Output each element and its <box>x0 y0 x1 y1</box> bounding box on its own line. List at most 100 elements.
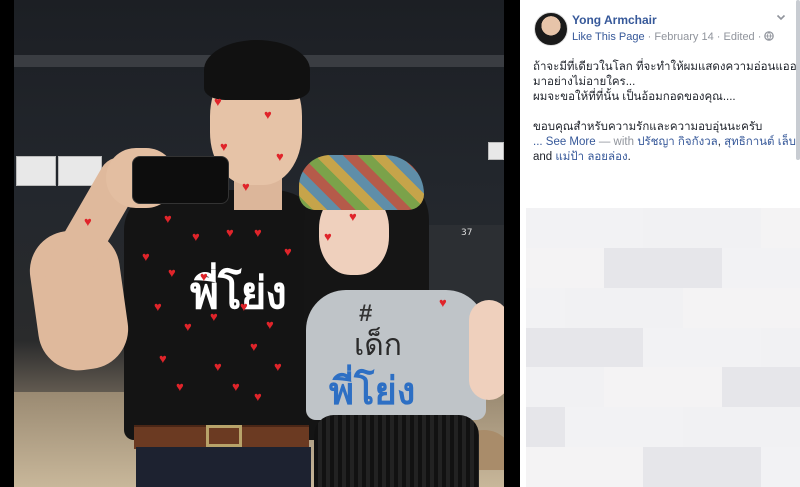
blurred-tile <box>604 447 644 487</box>
blurred-tile <box>682 327 722 368</box>
see-more-link[interactable]: ... See More <box>533 136 596 148</box>
heart-sticker: ♥ <box>439 295 447 310</box>
tagged-line: and แม่ป้า ลอยล่อง. <box>533 150 795 165</box>
blurred-tile <box>643 407 683 448</box>
blurred-tile <box>565 208 605 248</box>
heart-sticker: ♥ <box>324 229 332 244</box>
message-line: ผมจะขอให้ที่ที่นั้น เป็นอ้อมกอดของคุณ...… <box>533 91 736 103</box>
heart-sticker: ♥ <box>210 309 218 324</box>
blurred-tile <box>760 208 800 248</box>
heart-sticker: ♥ <box>84 214 92 229</box>
wall-sign <box>488 142 504 160</box>
tagged-person[interactable]: แม่ป้า ลอยล่อง <box>555 151 627 163</box>
heart-sticker: ♥ <box>220 139 228 154</box>
blurred-tile <box>760 327 800 368</box>
heart-sticker: ♥ <box>274 359 282 374</box>
heart-sticker: ♥ <box>192 229 200 244</box>
girl-arm <box>469 300 504 400</box>
blurred-tile <box>604 247 644 288</box>
blurred-tile <box>604 287 644 328</box>
blurred-tile <box>682 407 722 448</box>
avatar[interactable] <box>534 12 568 46</box>
heart-sticker: ♥ <box>264 107 272 122</box>
blurred-tile <box>643 208 683 248</box>
heart-sticker: ♥ <box>232 379 240 394</box>
blurred-tile <box>721 287 761 328</box>
message-line: มาอย่างไม่อายใคร... <box>533 76 636 88</box>
heart-sticker: ♥ <box>226 225 234 240</box>
post-message: ถ้าจะมีที่เดียวในโลก ที่จะทำให้ผมแสดงควา… <box>533 60 800 165</box>
meta-separator: · <box>716 31 721 43</box>
blurred-tile <box>526 367 566 408</box>
blurred-tile <box>643 247 683 288</box>
blurred-tile <box>721 327 761 368</box>
blurred-tile <box>526 247 566 288</box>
heart-sticker: ♥ <box>349 209 357 224</box>
heart-sticker: ♥ <box>142 249 150 264</box>
post-photo[interactable]: 36 37 พี่โย่ง # เด็ก พี่โย่ง ♥♥♥♥♥♥♥♥♥♥♥… <box>14 0 504 487</box>
man-hair <box>204 40 310 100</box>
blurred-tile <box>682 247 722 288</box>
heart-sticker: ♥ <box>240 299 248 314</box>
blurred-tile <box>565 327 605 368</box>
blurred-tile <box>643 367 683 408</box>
meta-separator: · <box>647 31 652 43</box>
belt-buckle <box>206 425 242 447</box>
heart-sticker: ♥ <box>184 319 192 334</box>
like-page-link[interactable]: Like This Page <box>572 31 645 43</box>
tagged-person[interactable]: ปรัชญา กิจกังวล <box>637 136 718 148</box>
heart-sticker: ♥ <box>164 211 172 226</box>
blurred-tile <box>565 447 605 487</box>
author-name[interactable]: Yong Armchair <box>572 13 657 27</box>
edited-label[interactable]: Edited <box>723 31 754 43</box>
blurred-tile <box>682 208 722 248</box>
blurred-tile <box>682 447 722 487</box>
blurred-tile <box>604 327 644 368</box>
heart-sticker: ♥ <box>276 149 284 164</box>
tagged-person[interactable]: สุทธิกานต์ เล็บเหล็ก <box>724 136 800 148</box>
head-scarf <box>299 155 424 210</box>
globe-icon <box>764 31 775 43</box>
blurred-tile <box>565 287 605 328</box>
scrollbar[interactable] <box>796 0 800 160</box>
girl-skirt <box>314 415 479 487</box>
blurred-tile <box>760 407 800 448</box>
message-line: ขอบคุณสำหรับความรักและความอบอุ่นนะครับ <box>533 121 763 133</box>
blurred-tile <box>643 287 683 328</box>
blurred-tile <box>721 247 761 288</box>
meta-separator: · <box>757 31 762 43</box>
girl-shirt-text-blue: พี่โย่ง <box>329 369 416 413</box>
post-date[interactable]: February 14 <box>654 31 713 43</box>
blurred-tile <box>526 208 566 248</box>
heart-sticker: ♥ <box>214 359 222 374</box>
heart-sticker: ♥ <box>176 379 184 394</box>
heart-sticker: ♥ <box>154 299 162 314</box>
blurred-tile <box>526 327 566 368</box>
and-text: and <box>533 151 553 163</box>
heart-sticker: ♥ <box>254 389 262 404</box>
blurred-tile <box>604 367 644 408</box>
with-prefix: — with <box>598 136 634 148</box>
blurred-tile <box>526 287 566 328</box>
photo-viewer: 36 37 พี่โย่ง # เด็ก พี่โย่ง ♥♥♥♥♥♥♥♥♥♥♥… <box>0 0 520 487</box>
heart-sticker: ♥ <box>250 339 258 354</box>
message-line <box>533 105 795 120</box>
chevron-down-icon[interactable] <box>774 12 788 26</box>
blurred-tile <box>604 208 644 248</box>
heart-sticker: ♥ <box>200 269 208 284</box>
blurred-tile <box>604 407 644 448</box>
blurred-comments-area <box>526 208 800 487</box>
blurred-tile <box>682 367 722 408</box>
blurred-tile <box>721 447 761 487</box>
blurred-tile <box>721 367 761 408</box>
blurred-tile <box>565 367 605 408</box>
blurred-tile <box>526 447 566 487</box>
blurred-tile <box>682 287 722 328</box>
comma: , <box>717 136 721 148</box>
blurred-tile <box>760 367 800 408</box>
heart-sticker: ♥ <box>159 351 167 366</box>
jeans <box>136 447 311 487</box>
tagged-line: ... See More — with ปรัชญา กิจกังวล, สุท… <box>533 135 800 150</box>
heart-sticker: ♥ <box>254 225 262 240</box>
blurred-tile <box>643 447 683 487</box>
